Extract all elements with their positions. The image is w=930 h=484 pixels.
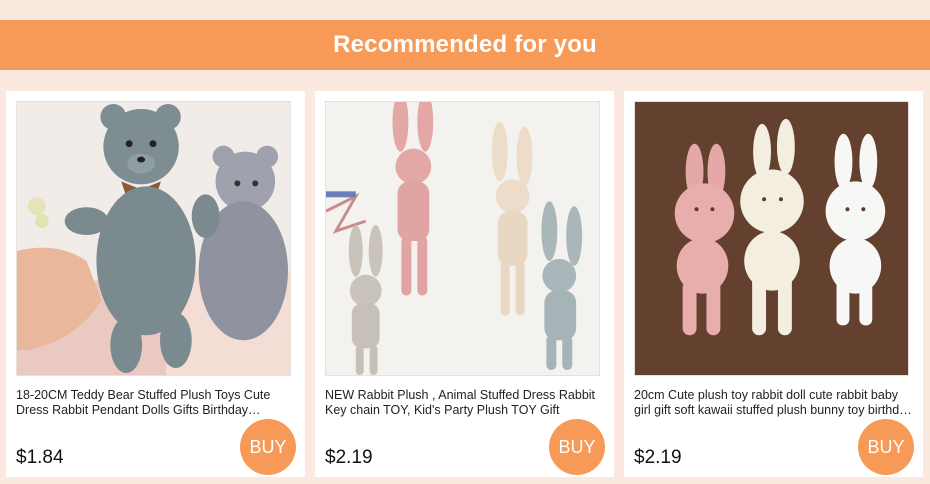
product-grid: 18-20CM Teddy Bear Stuffed Plush Toys Cu… [6,91,926,477]
section-title: Recommended for you [333,31,597,58]
product-image[interactable] [16,101,291,376]
product-card[interactable]: 20cm Cute plush toy rabbit doll cute rab… [624,91,923,477]
product-card[interactable]: NEW Rabbit Plush , Animal Stuffed Dress … [315,91,614,477]
plush-bunnies-photo [635,102,908,375]
product-title[interactable]: 20cm Cute plush toy rabbit doll cute rab… [634,388,914,418]
buy-button[interactable]: BUY [240,419,296,475]
linen-bunny-photo [326,102,599,375]
product-image[interactable] [634,101,909,376]
product-title[interactable]: 18-20CM Teddy Bear Stuffed Plush Toys Cu… [16,388,296,418]
buy-button[interactable]: BUY [549,419,605,475]
product-price: $2.19 [634,447,682,468]
product-price: $1.84 [16,447,64,468]
buy-button[interactable]: BUY [858,419,914,475]
product-price: $2.19 [325,447,373,468]
product-title[interactable]: NEW Rabbit Plush , Animal Stuffed Dress … [325,388,605,418]
product-card[interactable]: 18-20CM Teddy Bear Stuffed Plush Toys Cu… [6,91,305,477]
product-image[interactable] [325,101,600,376]
recommended-banner: Recommended for you [0,20,930,70]
teddy-bear-photo [17,102,290,375]
